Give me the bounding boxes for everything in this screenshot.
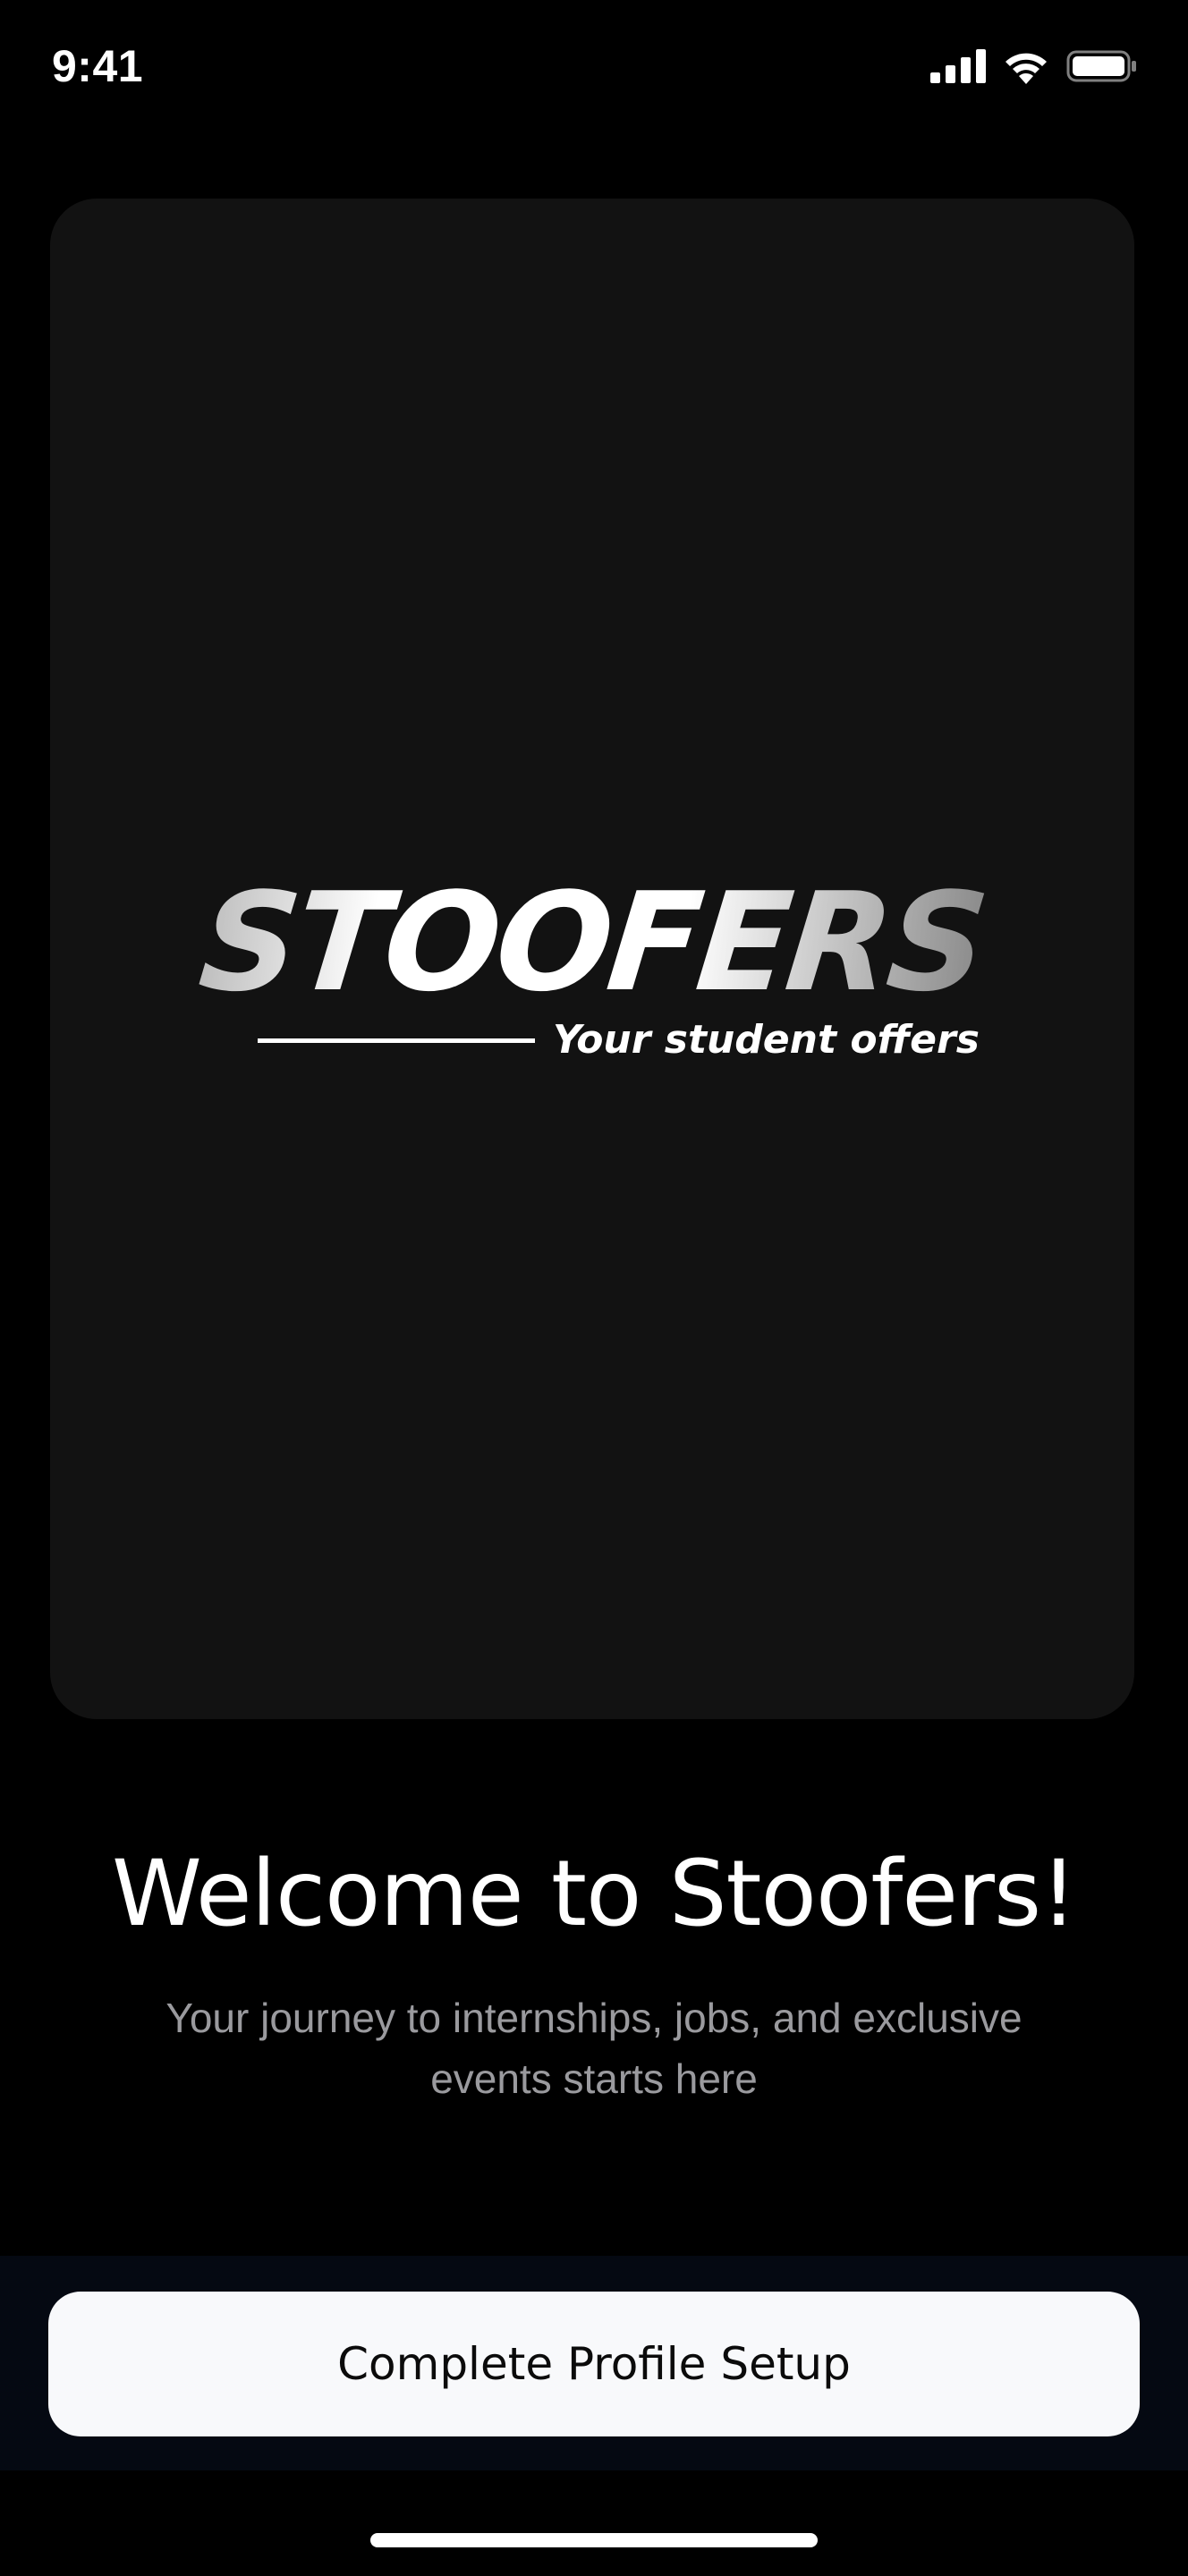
home-indicator[interactable] (370, 2533, 818, 2547)
cellular-signal-icon (930, 48, 986, 88)
logo-wordmark: STOOFERS (192, 863, 992, 1021)
page-subtitle: Your journey to internships, jobs, and e… (165, 1995, 1023, 2102)
battery-icon (1066, 48, 1138, 89)
status-icons (930, 48, 1138, 89)
status-bar: 9:41 (0, 0, 1188, 134)
hero-card: STOOFERS Your student offers (50, 199, 1134, 1719)
status-time: 9:41 (52, 41, 144, 91)
logo-tagline: Your student offers (553, 1017, 980, 1063)
page-title: Welcome to Stoofers! (112, 1841, 1077, 1947)
complete-profile-setup-button[interactable]: Complete Profile Setup (48, 2292, 1140, 2436)
logo-tagline-row: Your student offers (258, 1018, 980, 1063)
stoofers-logo: STOOFERS (50, 863, 1134, 1021)
bottom-action-bar: Complete Profile Setup (0, 2256, 1188, 2470)
wifi-icon (1002, 48, 1050, 89)
tagline-underline (258, 1038, 535, 1043)
